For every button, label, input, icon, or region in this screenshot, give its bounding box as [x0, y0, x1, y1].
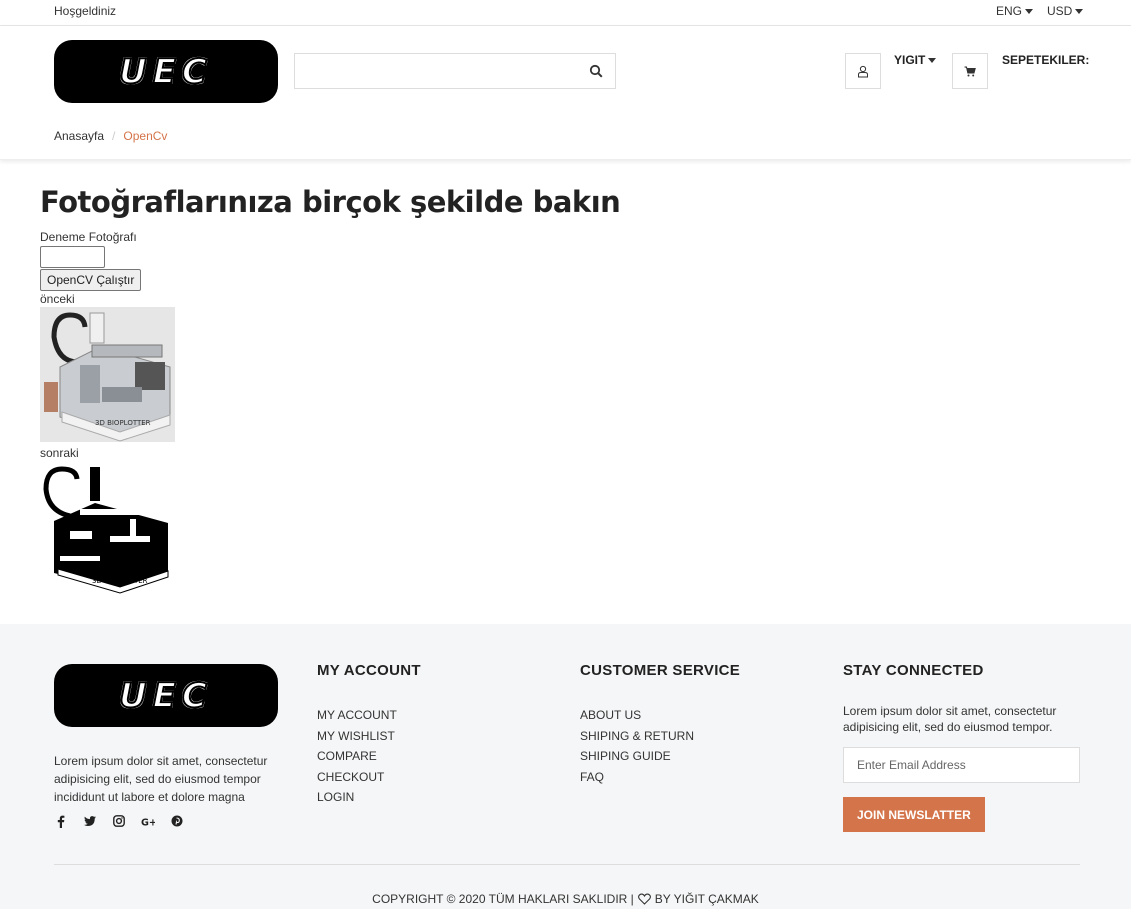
top-bar: Hoşgeldiniz ENG USD	[0, 0, 1131, 26]
footer-stay-connected: STAY CONNECTED Lorem ipsum dolor sit ame…	[843, 662, 1083, 832]
stay-connected-text: Lorem ipsum dolor sit amet, consectetur …	[843, 704, 1057, 734]
heart-icon	[637, 893, 651, 905]
file-input[interactable]	[40, 246, 105, 268]
currency-value: USD	[1047, 4, 1073, 18]
breadcrumb-separator: /	[112, 129, 116, 143]
footer-logo-text: UEC	[118, 675, 213, 717]
newsletter-email-input[interactable]	[843, 747, 1080, 783]
copyright-author: BY YIĞIT ÇAKMAK	[654, 892, 759, 906]
language-value: ENG	[996, 4, 1023, 18]
search-button[interactable]	[589, 64, 605, 80]
footer-logo[interactable]: UEC	[54, 664, 278, 727]
cart-button[interactable]	[952, 53, 988, 89]
breadcrumb: Anasayfa / OpenCv	[54, 129, 167, 143]
footer-link-about-us[interactable]: ABOUT US	[580, 705, 740, 726]
footer-my-account: MY ACCOUNT MY ACCOUNT MY WISHLIST COMPAR…	[317, 662, 421, 808]
cart-label: SEPETEKILER:	[1002, 53, 1090, 67]
footer-about-text: Lorem ipsum dolor sit amet, consectetur …	[54, 754, 268, 804]
facebook-icon[interactable]	[54, 814, 68, 828]
breadcrumb-current: OpenCv	[123, 129, 168, 143]
language-selector[interactable]: ENG	[996, 4, 1034, 18]
after-caption: sonraki	[40, 446, 79, 460]
customer-service-heading: CUSTOMER SERVICE	[580, 662, 741, 679]
join-newsletter-button[interactable]: JOIN NEWSLATTER	[843, 797, 985, 832]
footer-link-faq[interactable]: FAQ	[580, 767, 740, 788]
footer-link-shipping-guide[interactable]: SHIPING GUIDE	[580, 746, 740, 767]
breadcrumb-home-link[interactable]: Anasayfa	[54, 129, 104, 143]
footer-link-checkout[interactable]: CHECKOUT	[317, 767, 421, 788]
after-image: 3D BIOPLOTTER	[40, 461, 175, 596]
footer-link-shipping-return[interactable]: SHIPING & RETURN	[580, 726, 740, 747]
main-content: Fotoğraflarınıza birçok şekilde bakın De…	[40, 183, 740, 599]
currency-selector[interactable]: USD	[1047, 4, 1084, 18]
search-bar	[294, 53, 616, 89]
chevron-down-icon	[1025, 9, 1034, 15]
before-caption: önceki	[40, 292, 75, 306]
chevron-down-icon	[928, 58, 937, 64]
footer-link-my-account[interactable]: MY ACCOUNT	[317, 705, 421, 726]
footer-divider	[54, 864, 1080, 865]
svg-text:G+: G+	[141, 817, 155, 827]
user-icon	[858, 65, 868, 77]
footer-link-compare[interactable]: COMPARE	[317, 746, 421, 767]
footer-link-login[interactable]: LOGIN	[317, 787, 421, 808]
search-input[interactable]	[295, 54, 575, 88]
my-account-heading: MY ACCOUNT	[317, 662, 421, 679]
file-input-label: Deneme Fotoğrafı	[40, 230, 137, 244]
welcome-text: Hoşgeldiniz	[54, 4, 117, 18]
run-opencv-button[interactable]: OpenCV Çalıştır	[40, 269, 142, 291]
pinterest-icon[interactable]	[170, 814, 184, 828]
site-logo[interactable]: UEC	[54, 40, 278, 103]
google-plus-icon[interactable]: G+	[141, 814, 155, 828]
footer: UEC Lorem ipsum dolor sit amet, consecte…	[0, 624, 1131, 909]
search-icon	[589, 64, 603, 78]
header: UEC YIGIT SEPETEKILER: Anasayfa / OpenCv	[0, 26, 1131, 160]
footer-link-my-wishlist[interactable]: MY WISHLIST	[317, 726, 421, 747]
twitter-icon[interactable]	[83, 814, 97, 828]
copyright: COPYRIGHT © 2020 TÜM HAKLARI SAKLIDIR | …	[0, 892, 1131, 906]
footer-customer-service: CUSTOMER SERVICE ABOUT US SHIPING & RETU…	[580, 662, 740, 787]
chevron-down-icon	[1075, 9, 1084, 15]
before-image: 3D BIOPLOTTER	[40, 307, 175, 442]
page-title: Fotoğraflarınıza birçok şekilde bakın	[40, 185, 621, 219]
user-name: YIGIT	[894, 53, 926, 67]
logo-text: UEC	[118, 51, 213, 93]
instagram-icon[interactable]	[112, 814, 126, 828]
user-menu[interactable]: YIGIT	[894, 53, 937, 67]
svg-text:3D BIOPLOTTER: 3D BIOPLOTTER	[92, 577, 148, 585]
copyright-text: COPYRIGHT © 2020 TÜM HAKLARI SAKLIDIR |	[372, 892, 634, 906]
social-links: G+	[54, 814, 184, 828]
svg-text:3D BIOPLOTTER: 3D BIOPLOTTER	[95, 419, 151, 427]
stay-connected-heading: STAY CONNECTED	[843, 662, 984, 679]
cart-icon	[964, 66, 976, 76]
account-button[interactable]	[845, 53, 881, 89]
